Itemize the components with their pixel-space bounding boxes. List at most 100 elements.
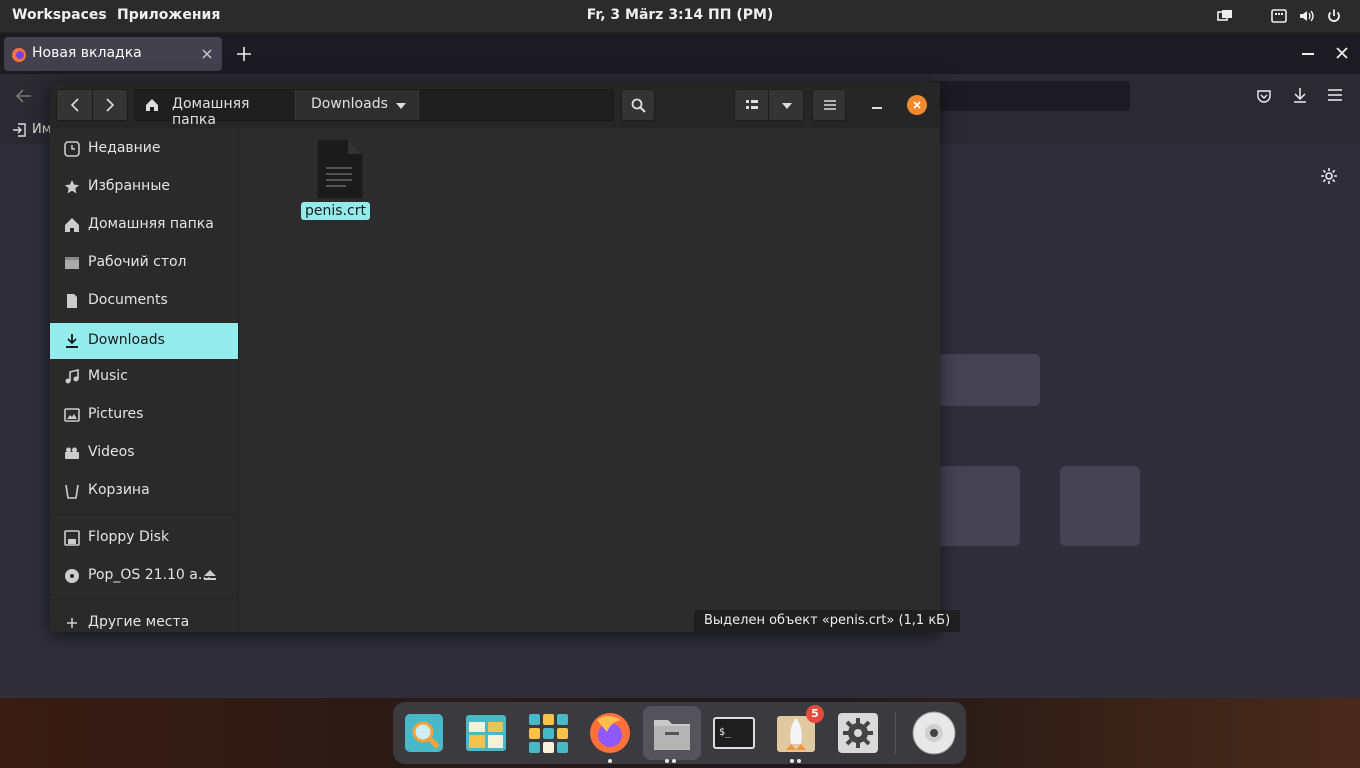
close-window-icon[interactable] (1336, 47, 1348, 59)
video-icon (65, 447, 79, 459)
text-file-icon (317, 139, 363, 199)
trash-icon (65, 484, 79, 499)
running-indicator (608, 759, 612, 763)
search-app-icon (405, 714, 443, 752)
folder-icon (654, 720, 690, 750)
picture-icon (64, 408, 80, 422)
downloads-icon[interactable] (1292, 87, 1308, 103)
power-icon[interactable] (1326, 8, 1342, 24)
dock-search-app[interactable] (401, 710, 447, 756)
status-bar: Выделен объект «penis.crt» (1,1 кБ) (694, 610, 961, 632)
chevron-left-icon (70, 98, 79, 112)
dock-settings[interactable] (835, 710, 881, 756)
sidebar-item-label: Другие места (88, 614, 190, 630)
shortcut-tile[interactable] (930, 466, 1020, 546)
shortcut-tile[interactable] (930, 354, 1040, 406)
close-button[interactable] (907, 95, 927, 115)
keyboard-icon[interactable] (1271, 8, 1287, 24)
file-manager-header: Домашняя папка Downloads (50, 82, 940, 128)
view-options-button[interactable] (768, 89, 804, 121)
document-icon (67, 294, 77, 308)
sidebar-item-trash[interactable]: Корзина (50, 473, 238, 509)
new-tab-icon[interactable] (237, 47, 251, 61)
sidebar-item-music[interactable]: Music (50, 359, 238, 395)
pocket-icon[interactable] (1256, 88, 1272, 104)
dock-firefox[interactable] (587, 710, 633, 756)
home-icon (146, 99, 158, 111)
sidebar-item-other-locations[interactable]: Другие места (50, 605, 238, 641)
path-segment-home[interactable]: Домашняя папка (135, 90, 296, 128)
path-segment-label: Домашняя папка (172, 96, 250, 128)
shortcut-tile[interactable] (1060, 466, 1140, 546)
browser-tab[interactable]: Новая вкладка (4, 37, 222, 71)
sidebar-item-pop-os[interactable]: Pop_OS 21.10 a... (50, 558, 238, 594)
sidebar-item-label: Рабочий стол (88, 254, 187, 270)
dock-files-app[interactable] (463, 710, 509, 756)
eject-icon[interactable] (204, 570, 216, 581)
file-name: penis.crt (301, 202, 370, 220)
sidebar-item-starred[interactable]: Избранные (50, 169, 238, 205)
import-icon[interactable] (12, 123, 26, 137)
close-tab-icon[interactable] (202, 49, 212, 59)
sidebar-item-label: Корзина (88, 482, 150, 498)
terminal-icon: $_ (713, 717, 755, 749)
sidebar-item-floppy[interactable]: Floppy Disk (50, 520, 238, 556)
dock-pop-shop[interactable]: 5 (773, 705, 824, 756)
sidebar-divider (50, 599, 238, 600)
clock-icon (64, 141, 80, 157)
sidebar-item-videos[interactable]: Videos (50, 435, 238, 471)
optical-disc-icon (912, 711, 956, 755)
minimize-icon[interactable] (872, 107, 882, 109)
sidebar-item-documents[interactable]: Documents (50, 283, 238, 319)
back-icon[interactable] (16, 89, 32, 103)
sidebar-item-label: Домашняя папка (88, 216, 214, 232)
file-item[interactable]: penis.crt (299, 138, 383, 228)
chevron-down-icon (782, 103, 792, 109)
sidebar-item-desktop[interactable]: Рабочий стол (50, 245, 238, 281)
desktop-icon (65, 257, 79, 269)
close-icon (913, 101, 921, 109)
search-icon (631, 98, 646, 113)
notification-badge: 5 (806, 705, 824, 723)
list-view-icon (746, 100, 758, 109)
minimize-icon[interactable] (1302, 53, 1314, 55)
sidebar-item-home[interactable]: Домашняя папка (50, 207, 238, 243)
dock-terminal[interactable]: $_ (711, 710, 757, 756)
clock[interactable]: Fr, 3 März 3:14 ПП (PM) (587, 7, 774, 23)
back-button[interactable] (56, 89, 93, 121)
window-manager-icon[interactable] (1217, 8, 1233, 24)
applications-button[interactable]: Приложения (117, 7, 220, 23)
firefox-icon (12, 48, 26, 62)
sidebar-item-label: Недавние (88, 140, 161, 156)
path-segment-downloads[interactable]: Downloads (296, 90, 419, 120)
tab-title: Новая вкладка (32, 45, 142, 61)
settings-gear-icon (838, 713, 878, 753)
search-button[interactable] (621, 89, 655, 121)
url-bar[interactable] (930, 81, 1130, 111)
sidebar: Недавние Избранные Домашняя папка Рабочи… (50, 128, 239, 632)
chevron-right-icon (106, 98, 115, 112)
file-view: penis.crt (239, 128, 940, 632)
menu-icon[interactable] (1328, 89, 1342, 101)
sidebar-item-pictures[interactable]: Pictures (50, 397, 238, 433)
music-icon (65, 369, 79, 384)
running-indicator (672, 759, 676, 763)
dock-optical-disc[interactable] (911, 710, 957, 756)
app-menu-button[interactable] (812, 89, 846, 121)
settings-gear-icon[interactable] (1320, 167, 1338, 185)
dock-app-grid[interactable] (525, 710, 571, 756)
app-grid-icon (529, 714, 568, 753)
view-mode-button[interactable] (734, 89, 769, 121)
dock-file-manager[interactable] (643, 706, 701, 760)
svg-text:$_: $_ (719, 727, 732, 738)
volume-icon[interactable] (1298, 8, 1314, 24)
star-icon (64, 180, 80, 194)
sidebar-item-recent[interactable]: Недавние (50, 131, 238, 167)
sidebar-item-label: Music (88, 368, 128, 384)
sidebar-item-downloads[interactable]: Downloads (50, 323, 238, 359)
workspaces-button[interactable]: Workspaces (12, 7, 107, 23)
bookmark-label[interactable]: Им (32, 122, 52, 137)
path-bar: Домашняя папка Downloads (134, 89, 614, 128)
chevron-down-icon (396, 103, 406, 109)
forward-button[interactable] (92, 89, 128, 121)
